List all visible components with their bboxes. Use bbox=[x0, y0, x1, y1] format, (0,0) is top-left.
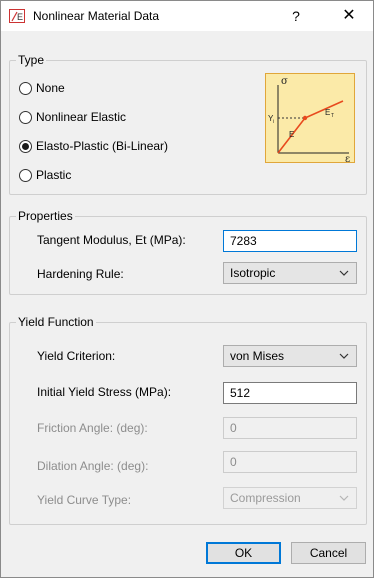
yield-subscript: i bbox=[273, 119, 274, 125]
radio-elasto-plastic-label: Elasto-Plastic (Bi-Linear) bbox=[36, 139, 169, 153]
window-title: Nonlinear Material Data bbox=[33, 9, 160, 23]
et-label: E bbox=[325, 108, 330, 117]
material-e-icon: E bbox=[9, 9, 25, 23]
bilinear-stress-strain-diagram: σ ε Y i E E T bbox=[265, 73, 355, 163]
radio-none[interactable]: None bbox=[19, 79, 65, 97]
nonlinear-material-dialog: E Nonlinear Material Data ? ✕ Type None … bbox=[0, 0, 374, 578]
hardening-rule-value: Isotropic bbox=[230, 266, 276, 280]
epsilon-label: ε bbox=[345, 154, 350, 163]
hardening-rule-select[interactable]: Isotropic bbox=[223, 262, 357, 284]
radio-nonlinear-elastic-label: Nonlinear Elastic bbox=[36, 110, 127, 124]
dilation-angle-input[interactable]: 0 bbox=[223, 451, 357, 473]
et-subscript: T bbox=[331, 113, 334, 119]
type-group-legend: Type bbox=[18, 53, 45, 67]
radio-plastic-label: Plastic bbox=[36, 168, 72, 182]
close-icon: ✕ bbox=[342, 7, 356, 24]
initial-yield-stress-input[interactable]: 512 bbox=[223, 382, 357, 404]
yield-curve-type-label: Yield Curve Type: bbox=[37, 493, 132, 507]
chevron-down-icon bbox=[339, 270, 349, 276]
radio-none-label: None bbox=[36, 81, 65, 95]
friction-angle-input[interactable]: 0 bbox=[223, 417, 357, 439]
yield-criterion-label: Yield Criterion: bbox=[37, 349, 116, 363]
dilation-angle-label: Dilation Angle: (deg): bbox=[37, 459, 149, 473]
radio-nonlinear-elastic-circle[interactable] bbox=[19, 110, 32, 124]
yield-point bbox=[302, 115, 308, 121]
tangent-modulus-label: Tangent Modulus, Et (MPa): bbox=[37, 233, 186, 247]
radio-nonlinear-elastic[interactable]: Nonlinear Elastic bbox=[19, 108, 126, 126]
radio-elasto-plastic-circle[interactable] bbox=[19, 139, 32, 153]
title-bar: E Nonlinear Material Data ? ✕ bbox=[1, 1, 373, 31]
radio-none-circle[interactable] bbox=[19, 81, 32, 95]
yield-criterion-select[interactable]: von Mises bbox=[223, 345, 357, 367]
hardening-rule-label: Hardening Rule: bbox=[37, 267, 124, 281]
yield-criterion-value: von Mises bbox=[230, 349, 285, 363]
radio-elasto-plastic[interactable]: Elasto-Plastic (Bi-Linear) bbox=[19, 137, 168, 155]
ok-button[interactable]: OK bbox=[206, 542, 281, 564]
sigma-label: σ bbox=[281, 76, 288, 87]
svg-text:E: E bbox=[17, 12, 23, 22]
chevron-down-icon bbox=[339, 495, 349, 501]
yield-curve-type-select[interactable]: Compression bbox=[223, 487, 357, 509]
chevron-down-icon bbox=[339, 353, 349, 359]
properties-group-legend: Properties bbox=[18, 209, 73, 223]
e-label: E bbox=[289, 130, 294, 139]
close-button[interactable]: ✕ bbox=[331, 3, 367, 29]
friction-angle-label: Friction Angle: (deg): bbox=[37, 421, 148, 435]
tangent-modulus-input[interactable]: 7283 bbox=[223, 230, 357, 252]
initial-yield-stress-label: Initial Yield Stress (MPa): bbox=[37, 385, 172, 399]
cancel-button[interactable]: Cancel bbox=[291, 542, 366, 564]
yield-curve-type-value: Compression bbox=[230, 491, 301, 505]
yield-function-group-legend: Yield Function bbox=[18, 315, 94, 329]
help-button[interactable]: ? bbox=[281, 3, 311, 29]
radio-plastic-circle[interactable] bbox=[19, 168, 32, 182]
radio-plastic[interactable]: Plastic bbox=[19, 166, 71, 184]
